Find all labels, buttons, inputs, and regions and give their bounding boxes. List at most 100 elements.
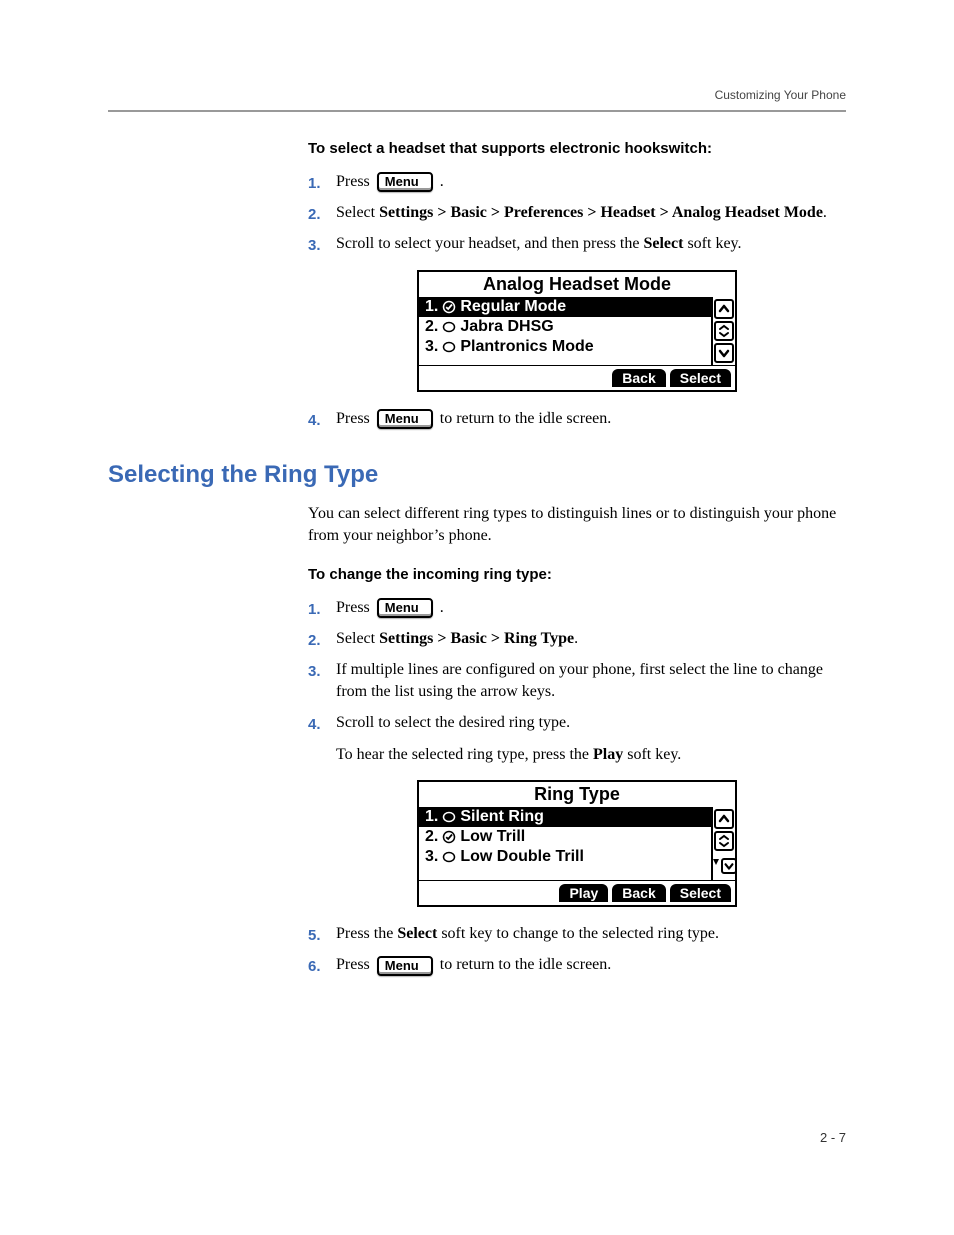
scroll-up-icon <box>714 809 734 829</box>
lcd-item-label: Jabra DHSG <box>460 318 705 336</box>
menu-path: Settings > Basic > Preferences > Headset… <box>379 204 823 221</box>
step-number: 2. <box>308 202 336 225</box>
lcd-analog-headset-mode: Analog Headset Mode 1. Regular Mode 2. <box>417 270 737 392</box>
step-item: 1. Press Menu . <box>308 171 846 194</box>
lcd-item-label: Plantronics Mode <box>460 338 705 356</box>
punct: . <box>440 599 444 616</box>
lcd-title: Analog Headset Mode <box>419 272 735 297</box>
punct: . <box>440 173 444 190</box>
text: Select <box>336 204 379 221</box>
step-item: 3. Scroll to select your headset, and th… <box>308 233 846 256</box>
text: soft key. <box>683 235 741 252</box>
checked-icon <box>442 830 456 844</box>
lcd-item-label: Regular Mode <box>460 298 705 316</box>
text: To hear the selected ring type, press th… <box>336 746 593 763</box>
menu-path: Settings > Basic > Ring Type <box>379 630 574 647</box>
intro-paragraph: You can select different ring types to d… <box>308 503 846 548</box>
lcd-item-index: 3. <box>425 848 438 866</box>
heading-selecting-ring-type: Selecting the Ring Type <box>108 461 846 489</box>
lcd-item-low-trill[interactable]: 2. Low Trill <box>419 827 711 847</box>
menu-hardkey[interactable]: Menu <box>377 172 433 192</box>
lcd-scrollbar[interactable] <box>711 297 735 365</box>
steps-ring-type: 1. Press Menu . 2. Select Settings > Bas… <box>308 597 846 767</box>
step-item: 5. Press the Select soft key to change t… <box>308 923 846 946</box>
scroll-up-icon <box>714 299 734 319</box>
lcd-item-index: 3. <box>425 338 438 356</box>
softkey-select[interactable]: Select <box>670 369 731 387</box>
menu-hardkey[interactable]: Menu <box>377 409 433 429</box>
softkey-name: Select <box>397 925 437 942</box>
running-header: Customizing Your Phone <box>108 88 846 112</box>
page-number: 2 - 7 <box>820 1130 846 1145</box>
text: Scroll to select the desired ring type. <box>336 714 570 731</box>
step-number: 4. <box>308 712 336 735</box>
step-item: 4. Scroll to select the desired ring typ… <box>308 712 846 767</box>
text: to return to the idle screen. <box>440 410 612 427</box>
checked-icon <box>442 300 456 314</box>
scroll-down-icon <box>714 343 734 363</box>
lcd-item-plantronics-mode[interactable]: 3. Plantronics Mode <box>419 337 711 357</box>
lcd-item-jabra-dhsg[interactable]: 2. Jabra DHSG <box>419 317 711 337</box>
punct: . <box>823 204 827 221</box>
subheading-change-ring-type: To change the incoming ring type: <box>308 566 846 583</box>
softkey-name: Play <box>593 746 623 763</box>
unchecked-icon <box>442 340 456 354</box>
punct: . <box>574 630 578 647</box>
press-label: Press <box>336 599 374 616</box>
subheading-hookswitch: To select a headset that supports electr… <box>308 140 846 157</box>
text: Scroll to select your headset, and then … <box>336 235 643 252</box>
scroll-mid-icon <box>714 321 734 341</box>
steps-hookswitch-cont: 4. Press Menu to return to the idle scre… <box>308 408 846 431</box>
step-number: 4. <box>308 408 336 431</box>
menu-hardkey[interactable]: Menu <box>377 956 433 976</box>
lcd-item-label: Low Trill <box>460 828 705 846</box>
text: Press the <box>336 925 397 942</box>
steps-hookswitch: 1. Press Menu . 2. Select Settings > Bas… <box>308 171 846 256</box>
step-number: 2. <box>308 628 336 651</box>
lcd-scrollbar[interactable] <box>711 807 735 880</box>
scroll-mid-icon <box>714 831 734 851</box>
text: to return to the idle screen. <box>440 956 612 973</box>
lcd-item-index: 1. <box>425 298 438 316</box>
steps-ring-type-cont: 5. Press the Select soft key to change t… <box>308 923 846 977</box>
softkey-back[interactable]: Back <box>612 369 665 387</box>
step-number: 1. <box>308 597 336 620</box>
step-number: 3. <box>308 659 336 682</box>
softkey-select[interactable]: Select <box>670 884 731 902</box>
step-item: 3. If multiple lines are configured on y… <box>308 659 846 704</box>
step-item: 2. Select Settings > Basic > Ring Type. <box>308 628 846 651</box>
lcd-item-label: Low Double Trill <box>460 848 705 866</box>
text: soft key. <box>623 746 681 763</box>
unchecked-icon <box>442 810 456 824</box>
text: soft key to change to the selected ring … <box>437 925 719 942</box>
step-item: 1. Press Menu . <box>308 597 846 620</box>
step-number: 3. <box>308 233 336 256</box>
unchecked-icon <box>442 850 456 864</box>
unchecked-icon <box>442 320 456 334</box>
softkey-back[interactable]: Back <box>612 884 665 902</box>
lcd-item-silent-ring[interactable]: 1. Silent Ring <box>419 807 711 827</box>
softkey-name: Select <box>643 235 683 252</box>
press-label: Press <box>336 956 374 973</box>
softkey-play[interactable]: Play <box>559 884 608 902</box>
more-below-arrow-icon <box>712 853 720 878</box>
step-item: 4. Press Menu to return to the idle scre… <box>308 408 846 431</box>
lcd-title: Ring Type <box>419 782 735 807</box>
step-number: 1. <box>308 171 336 194</box>
lcd-item-low-double-trill[interactable]: 3. Low Double Trill <box>419 847 711 867</box>
press-label: Press <box>336 173 374 190</box>
lcd-item-regular-mode[interactable]: 1. Regular Mode <box>419 297 711 317</box>
step-number: 5. <box>308 923 336 946</box>
lcd-ring-type: Ring Type 1. Silent Ring 2. <box>417 780 737 907</box>
text: Select <box>336 630 379 647</box>
lcd-item-label: Silent Ring <box>460 808 705 826</box>
menu-hardkey[interactable]: Menu <box>377 598 433 618</box>
step-item: 6. Press Menu to return to the idle scre… <box>308 954 846 977</box>
lcd-item-index: 1. <box>425 808 438 826</box>
lcd-item-index: 2. <box>425 828 438 846</box>
text: If multiple lines are configured on your… <box>336 661 823 700</box>
scroll-down-icon <box>721 858 737 874</box>
press-label: Press <box>336 410 374 427</box>
step-number: 6. <box>308 954 336 977</box>
lcd-item-index: 2. <box>425 318 438 336</box>
